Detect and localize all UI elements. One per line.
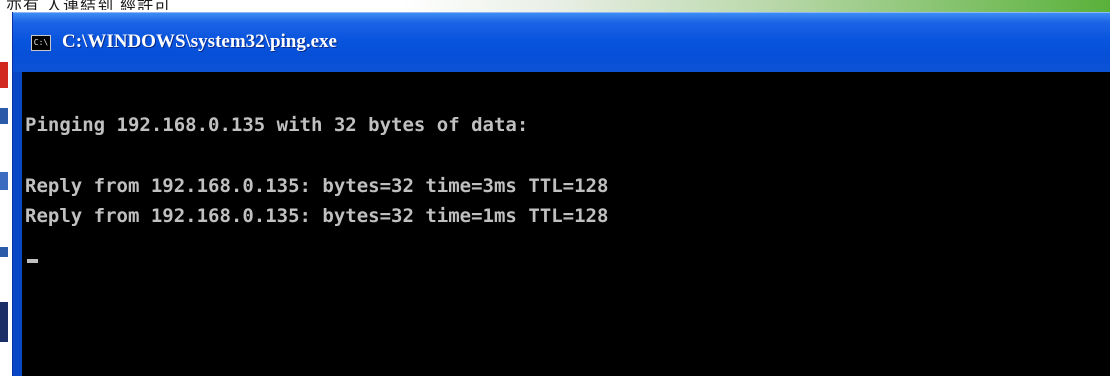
desktop-background: 亦有 人連結到 經許可	[0, 0, 1110, 12]
background-window-blue-mark	[0, 172, 8, 190]
text-cursor	[27, 259, 38, 263]
background-window-blue-mark	[0, 108, 8, 124]
console-icon[interactable]: C:\	[31, 35, 51, 51]
desktop-scribble-text: 亦有 人連結到 經許可	[6, 0, 172, 10]
console-output-area[interactable]: Pinging 192.168.0.135 with 32 bytes of d…	[22, 72, 1110, 376]
console-line-pinging: Pinging 192.168.0.135 with 32 bytes of d…	[25, 114, 529, 136]
window-title: C:\WINDOWS\system32\ping.exe	[62, 31, 337, 52]
console-line-reply: Reply from 192.168.0.135: bytes=32 time=…	[25, 205, 609, 227]
console-window[interactable]: C:\ C:\WINDOWS\system32\ping.exe Pinging…	[12, 12, 1110, 376]
background-window-red-mark	[0, 62, 8, 88]
background-window-blue-mark	[0, 247, 8, 257]
console-line-reply: Reply from 192.168.0.135: bytes=32 time=…	[25, 175, 609, 197]
screenshot: 亦有 人連結到 經許可 C:\ C:\WINDOWS\system32\ping…	[0, 0, 1110, 376]
window-titlebar[interactable]: C:\ C:\WINDOWS\system32\ping.exe	[13, 12, 1110, 72]
background-window-edge[interactable]	[0, 12, 8, 376]
background-window-dark-mark	[0, 302, 8, 342]
